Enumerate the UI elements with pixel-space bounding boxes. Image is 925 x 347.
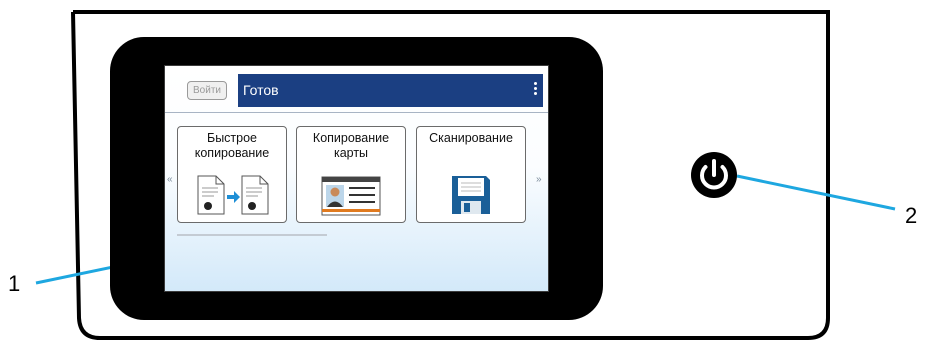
id-card-icon xyxy=(297,176,405,216)
quick-copy-icon xyxy=(178,174,286,216)
tile-label: Сканирование xyxy=(429,131,513,145)
page-indicator xyxy=(177,234,327,236)
tile-label: Копирование карты xyxy=(312,131,390,160)
kebab-menu-icon[interactable] xyxy=(534,82,537,97)
power-icon[interactable] xyxy=(690,151,738,199)
callout-number-2: 2 xyxy=(905,203,918,228)
tile-scan[interactable]: Сканирование xyxy=(416,126,526,223)
tile-quick-copy[interactable]: Быстрое копирование xyxy=(177,126,287,223)
floppy-disk-icon xyxy=(417,174,525,216)
tile-label: Быстрое копирование xyxy=(194,131,270,160)
touch-screen[interactable]: Войти Готов « » Быстрое копирование Копи… xyxy=(164,65,549,292)
header-divider xyxy=(165,112,548,113)
callout-line-2 xyxy=(736,174,896,211)
status-bar: Готов xyxy=(238,74,543,107)
scroll-left-arrow[interactable]: « xyxy=(167,174,173,185)
status-text: Готов xyxy=(243,82,279,98)
scroll-right-arrow[interactable]: » xyxy=(536,174,542,185)
tile-id-card-copy[interactable]: Копирование карты xyxy=(296,126,406,223)
login-button[interactable]: Войти xyxy=(187,81,227,100)
callout-number-1: 1 xyxy=(8,271,21,296)
